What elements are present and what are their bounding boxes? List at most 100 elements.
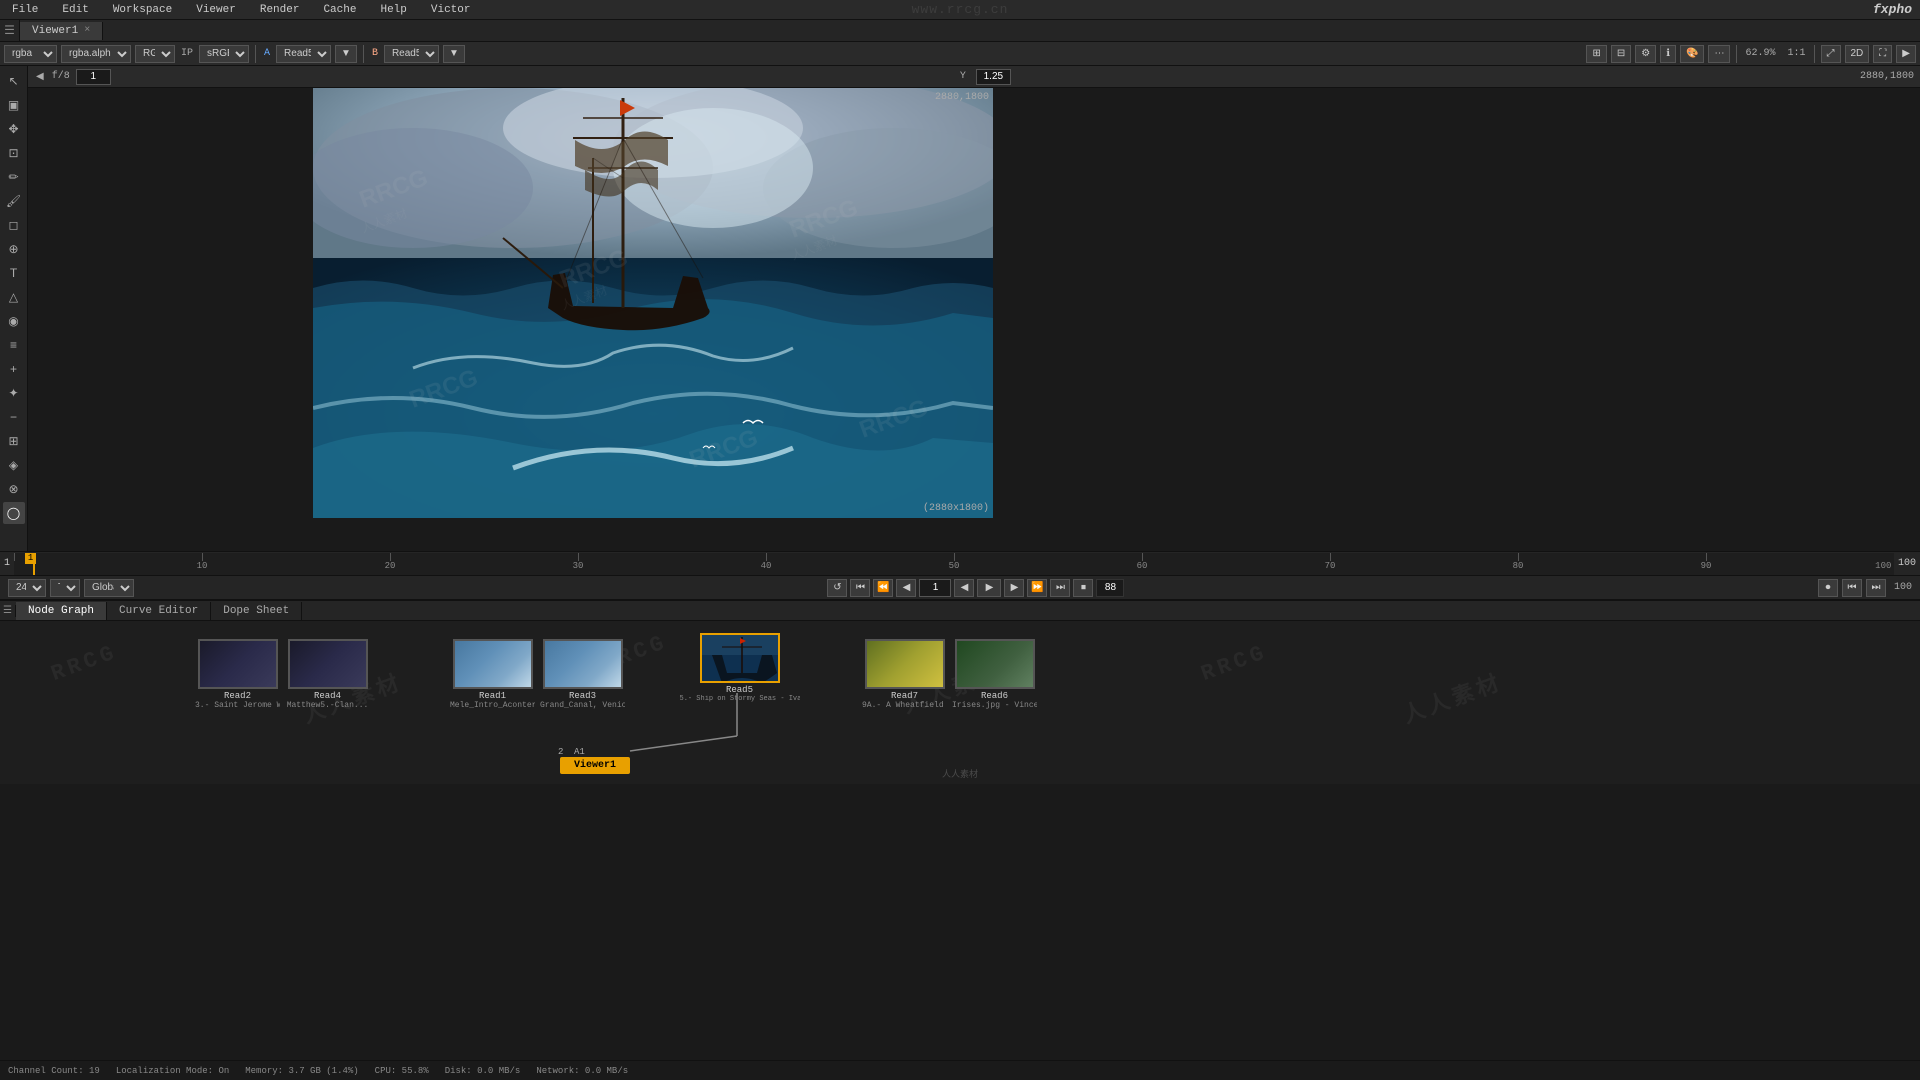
a-options-btn[interactable]: ▼ bbox=[335, 45, 357, 63]
b-options-btn[interactable]: ▼ bbox=[443, 45, 465, 63]
menu-item-help[interactable]: Help bbox=[376, 2, 410, 18]
node-read5-label: Read5 bbox=[726, 685, 753, 695]
cpu-label: CPU: 55.8% bbox=[375, 1066, 429, 1076]
tool-text[interactable]: T bbox=[3, 262, 25, 284]
menu-item-cache[interactable]: Cache bbox=[319, 2, 360, 18]
tick-label-20: 20 bbox=[385, 561, 396, 571]
menu-item-render[interactable]: Render bbox=[256, 2, 304, 18]
tool-move[interactable]: ✥ bbox=[3, 118, 25, 140]
node-read7-thumb bbox=[865, 639, 945, 689]
play-btn[interactable]: ▶ bbox=[977, 579, 1001, 597]
colorspace-model-select[interactable]: RGB bbox=[135, 45, 175, 63]
first-frame-btn[interactable]: ⏮ bbox=[850, 579, 870, 597]
tool-crop[interactable]: ⊡ bbox=[3, 142, 25, 164]
top-right-coord: 2880,1800 bbox=[935, 92, 989, 103]
timeline[interactable]: 1 10 20 30 40 50 60 70 80 90 100 1 100 bbox=[0, 551, 1920, 575]
tool-grid[interactable]: ⊞ bbox=[3, 430, 25, 452]
tool-eraser[interactable]: ◻ bbox=[3, 214, 25, 236]
node-read2[interactable]: Read2 3.- Saint Jerome WThing Caravaggi.… bbox=[195, 639, 280, 710]
viewer-area[interactable]: ◀ f/8 Y 2880,1800 bbox=[28, 66, 1920, 551]
node-read5[interactable]: Read5 5.- Ship on Stormy Seas - Ivan Aiv… bbox=[697, 633, 782, 703]
info-btn[interactable]: ℹ bbox=[1660, 45, 1676, 63]
menu-item-edit[interactable]: Edit bbox=[58, 2, 92, 18]
settings-btn[interactable]: ⚙ bbox=[1635, 45, 1656, 63]
color-btn[interactable]: 🎨 bbox=[1680, 45, 1704, 63]
timeline-ruler[interactable]: 10 20 30 40 50 60 70 80 90 100 1 bbox=[14, 553, 1894, 575]
viewer-tab[interactable]: Viewer1 × bbox=[20, 22, 103, 40]
tool-mask[interactable]: ◈ bbox=[3, 454, 25, 476]
fit-btn[interactable]: ⤢ bbox=[1821, 45, 1841, 63]
frame-input[interactable] bbox=[76, 69, 111, 85]
loop-btn[interactable]: ↺ bbox=[827, 579, 847, 597]
read-b-select[interactable]: Read5 bbox=[384, 45, 439, 63]
node-read2-img bbox=[200, 641, 276, 687]
read-a-select[interactable]: Read5 bbox=[276, 45, 331, 63]
menu-item-workspace[interactable]: Workspace bbox=[109, 2, 176, 18]
zoom-label: 62.9% bbox=[1743, 48, 1777, 59]
play-reverse-btn[interactable]: ◀ bbox=[954, 579, 974, 597]
nav-back-btn[interactable]: ◀ bbox=[34, 71, 46, 82]
tool-plus[interactable]: + bbox=[3, 358, 25, 380]
tab-node-graph[interactable]: Node Graph bbox=[16, 602, 107, 620]
node-read7[interactable]: Read7 9A.- A Wheatfield With Cypress... bbox=[862, 639, 947, 710]
tab-dope-sheet[interactable]: Dope Sheet bbox=[211, 602, 302, 620]
node-read3-label: Read3 bbox=[569, 691, 596, 701]
node-read1-label: Read1 bbox=[479, 691, 506, 701]
alpha-select[interactable]: rgba.alpha bbox=[61, 45, 131, 63]
panel-menu-icon[interactable]: ☰ bbox=[4, 23, 15, 38]
y-input[interactable] bbox=[976, 69, 1011, 85]
next-frame-btn[interactable]: ▶ bbox=[1004, 579, 1024, 597]
render-left-btn[interactable]: ⏮ bbox=[1842, 579, 1862, 597]
split-icon-btn[interactable]: ⊟ bbox=[1611, 45, 1631, 63]
tool-select[interactable]: ▣ bbox=[3, 94, 25, 116]
tool-pencil[interactable]: ✏ bbox=[3, 166, 25, 188]
menu-item-file[interactable]: File bbox=[8, 2, 42, 18]
timeline-start-label: 1 bbox=[4, 558, 10, 569]
prev-frame-btn[interactable]: ◀ bbox=[896, 579, 916, 597]
tool-eye[interactable]: ◉ bbox=[3, 310, 25, 332]
tool-brush[interactable]: 🖌 bbox=[3, 190, 25, 212]
last-frame-btn[interactable]: ⏭ bbox=[1050, 579, 1070, 597]
tool-clone[interactable]: ⊕ bbox=[3, 238, 25, 260]
fps-select[interactable]: 24* bbox=[8, 579, 46, 597]
prev-keyframe-btn[interactable]: ⏪ bbox=[873, 579, 893, 597]
node-read3[interactable]: Read3 Grand_Canal, Venice... bbox=[540, 639, 625, 710]
view2d-btn[interactable]: 2D bbox=[1845, 45, 1870, 63]
next-keyframe-btn[interactable]: ⏩ bbox=[1027, 579, 1047, 597]
arrow-btn[interactable]: ▶ bbox=[1896, 45, 1916, 63]
viewer-tab-close[interactable]: × bbox=[84, 25, 90, 36]
menu-item-viewer[interactable]: Viewer bbox=[192, 2, 240, 18]
node-read6[interactable]: Read6 Irises.jpg - Vincent Van Gogh... bbox=[952, 639, 1037, 710]
tool-warp[interactable]: ⊗ bbox=[3, 478, 25, 500]
node-read4[interactable]: Read4 Matthew5.-Clan... bbox=[285, 639, 370, 710]
colorspace-select[interactable]: sRGB bbox=[199, 45, 249, 63]
fps-display bbox=[1096, 579, 1124, 597]
stop-btn[interactable]: ⏹ bbox=[1073, 579, 1093, 597]
playhead[interactable]: 1 bbox=[33, 553, 35, 575]
render-right-btn[interactable]: ⏭ bbox=[1866, 579, 1886, 597]
menu-item-victor[interactable]: Victor bbox=[427, 2, 475, 18]
expand-btn[interactable]: ⛶ bbox=[1873, 45, 1892, 63]
tool-minus[interactable]: − bbox=[3, 406, 25, 428]
tool-shape[interactable]: △ bbox=[3, 286, 25, 308]
tf-select[interactable]: TF bbox=[50, 579, 80, 597]
node-canvas[interactable]: RRCG 人人素材 RRCG 人人素材 RRCG 人人素材 Read2 3.- … bbox=[0, 621, 1920, 784]
rec-btn[interactable]: ⏺ bbox=[1818, 579, 1838, 597]
tool-layers[interactable]: ≡ bbox=[3, 334, 25, 356]
global-select[interactable]: Global bbox=[84, 579, 134, 597]
tool-arrow[interactable]: ↖ bbox=[3, 70, 25, 92]
tab-curve-editor[interactable]: Curve Editor bbox=[107, 602, 211, 620]
node-read4-img bbox=[290, 641, 366, 687]
viewer-node[interactable]: 2 A1 Viewer1 bbox=[560, 757, 630, 774]
viewer-node-label[interactable]: Viewer1 bbox=[560, 757, 630, 774]
channel-select[interactable]: rgba rgb alpha bbox=[4, 45, 57, 63]
node-read1[interactable]: Read1 Mele_Intro_Aconteri... bbox=[450, 639, 535, 710]
node-panel-menu-icon[interactable]: ☰ bbox=[3, 605, 12, 617]
more-btn[interactable]: ⋯ bbox=[1708, 45, 1730, 63]
viewer-node-num-right: A1 bbox=[574, 747, 585, 757]
tool-active[interactable]: ◯ bbox=[3, 502, 25, 524]
current-frame-input[interactable] bbox=[919, 579, 951, 597]
tool-star[interactable]: ✦ bbox=[3, 382, 25, 404]
ip-label: IP bbox=[179, 48, 195, 59]
grid-icon-btn[interactable]: ⊞ bbox=[1586, 45, 1606, 63]
